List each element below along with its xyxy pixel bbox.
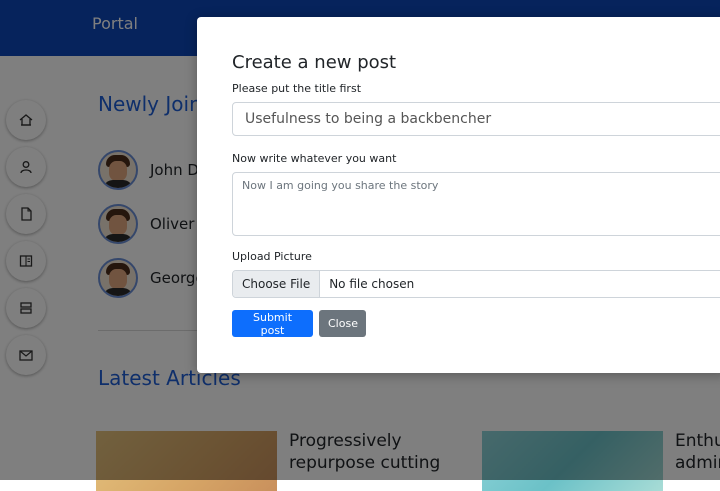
post-body-textarea[interactable] (232, 172, 720, 236)
file-status: No file chosen (329, 277, 415, 291)
choose-file-button[interactable]: Choose File (233, 271, 321, 297)
close-button[interactable]: Close (319, 310, 366, 337)
body-label: Now write whatever you want (232, 152, 397, 165)
post-title-input[interactable] (232, 102, 720, 136)
title-label: Please put the title first (232, 82, 362, 95)
create-post-modal: Create a new post Please put the title f… (197, 17, 720, 373)
modal-title: Create a new post (232, 52, 397, 73)
upload-label: Upload Picture (232, 250, 312, 263)
file-upload-field[interactable]: Choose File No file chosen (232, 270, 720, 298)
submit-post-button[interactable]: Submit post (232, 310, 313, 337)
